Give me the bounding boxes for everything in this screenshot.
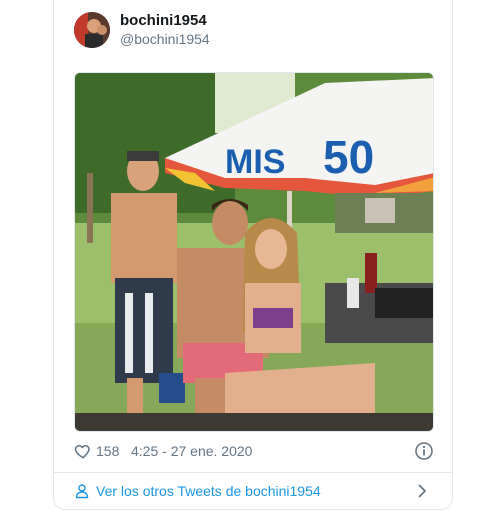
person-icon xyxy=(74,483,90,499)
banner-text-mis: MIS xyxy=(225,143,285,181)
tweet-card: bochini1954 @bochini1954 MIS 50 158 4:25… xyxy=(53,0,453,510)
tweet-photo[interactable]: MIS 50 xyxy=(74,72,434,432)
avatar[interactable] xyxy=(74,12,110,48)
more-tweets-link[interactable]: Ver los otros Tweets de bochini1954 xyxy=(54,473,452,509)
more-tweets-label[interactable]: Ver los otros Tweets de bochini1954 xyxy=(96,483,321,499)
author-handle[interactable]: @bochini1954 xyxy=(120,31,210,47)
banner-text-50: 50 xyxy=(323,131,374,183)
tweet-meta-row: 158 4:25 - 27 ene. 2020 xyxy=(74,441,434,461)
like-count: 158 xyxy=(96,443,120,459)
tweet-timestamp[interactable]: 4:25 - 27 ene. 2020 xyxy=(131,443,252,459)
author-display-name[interactable]: bochini1954 xyxy=(120,12,207,29)
chevron-right-icon xyxy=(414,483,430,499)
info-icon[interactable] xyxy=(414,441,434,461)
tweet-header: bochini1954 @bochini1954 xyxy=(74,12,434,48)
heart-icon[interactable] xyxy=(74,442,92,460)
